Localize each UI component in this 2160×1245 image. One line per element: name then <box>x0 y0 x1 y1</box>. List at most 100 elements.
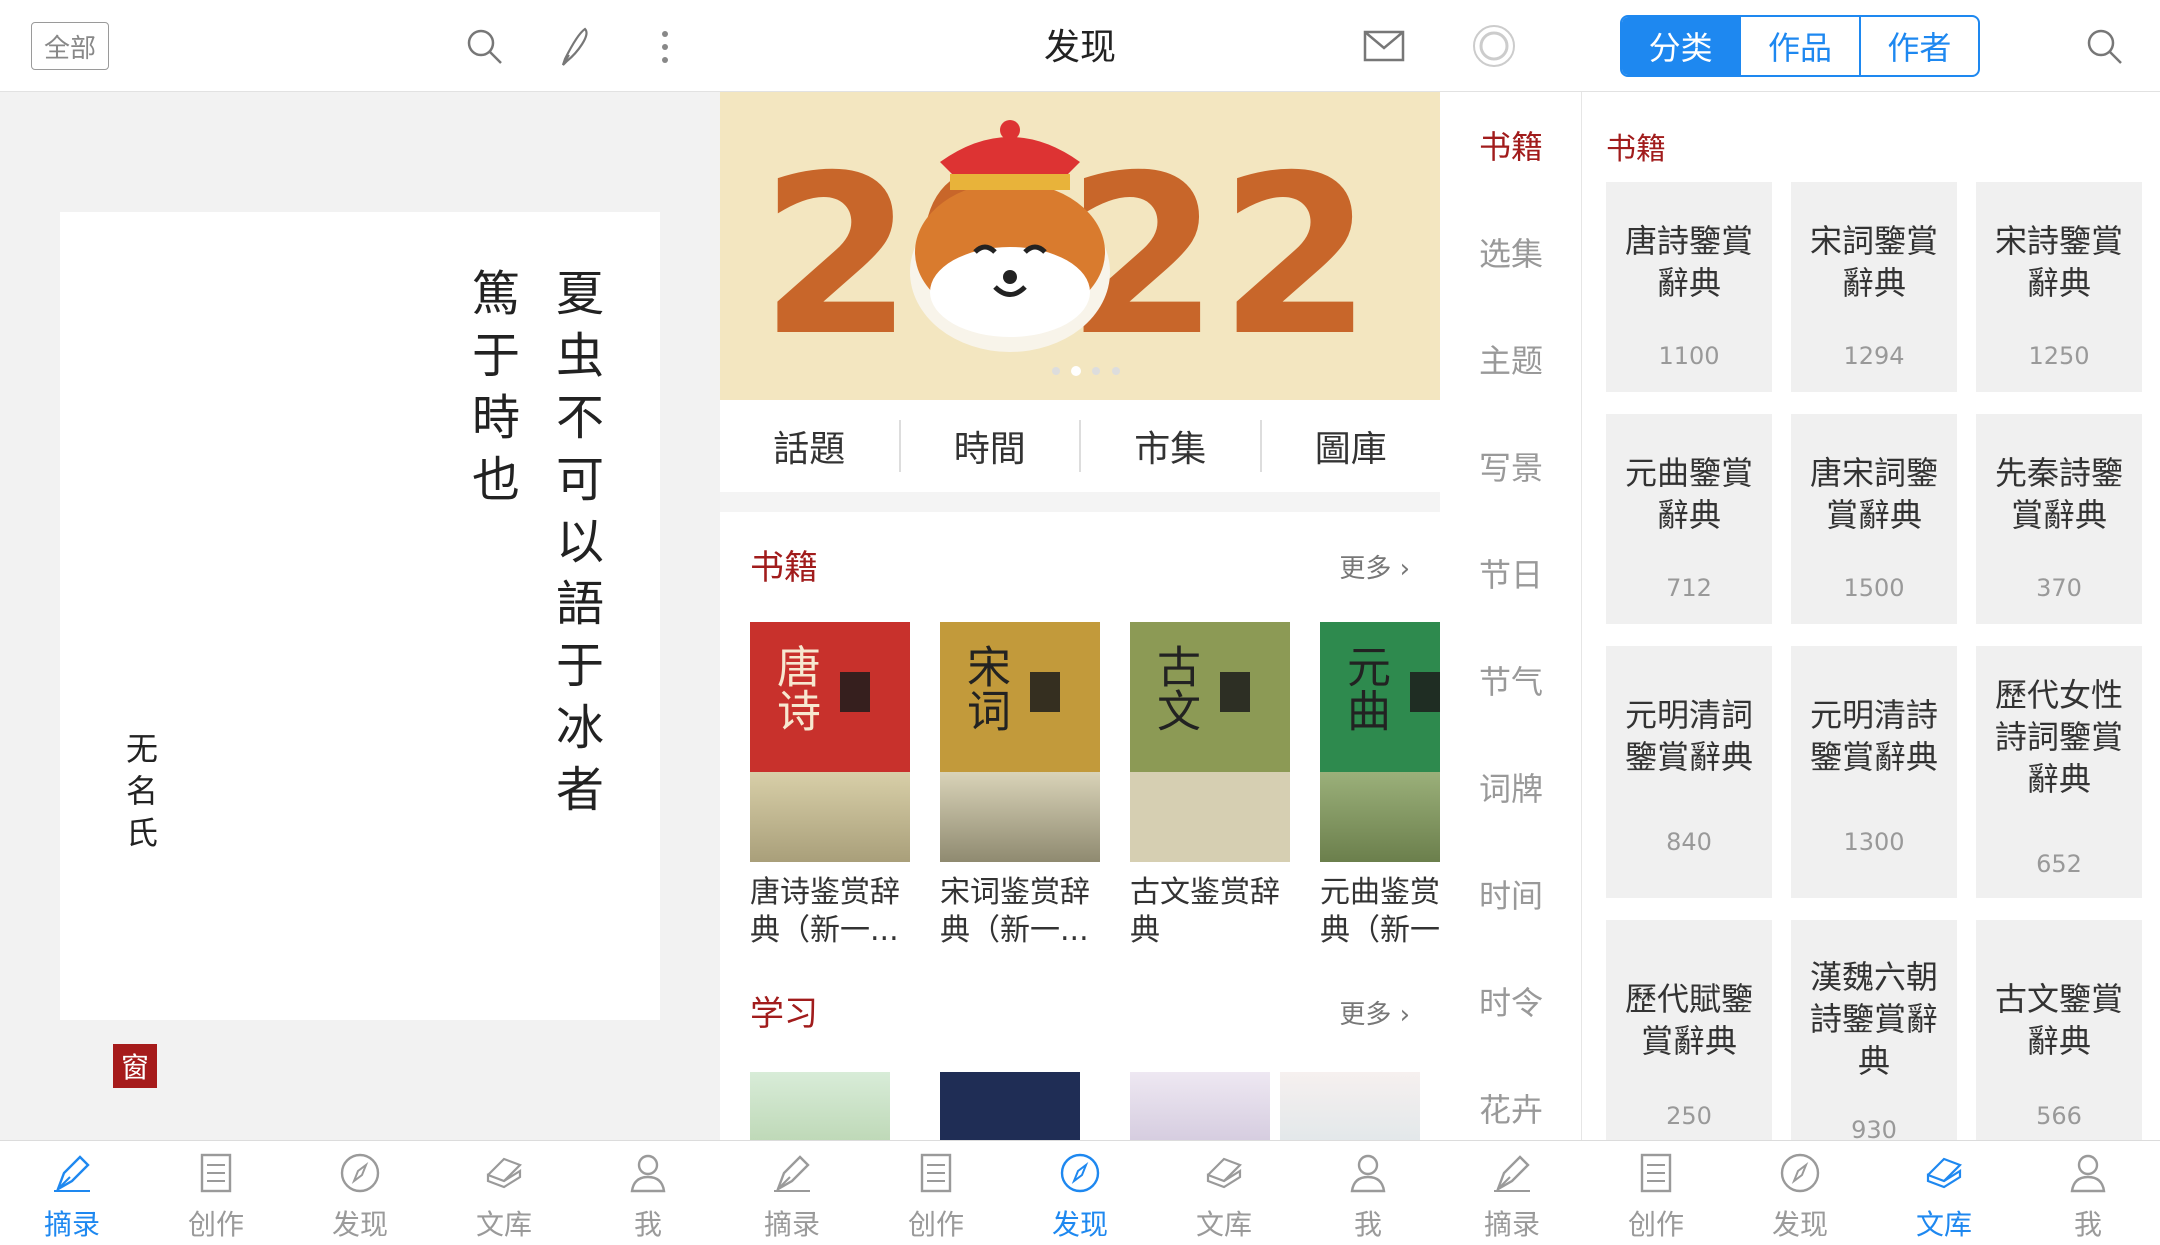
bottom-tab-discover[interactable]: 发现 <box>288 1141 432 1245</box>
bottom-tab-create[interactable]: 创作 <box>1584 1141 1728 1245</box>
banner[interactable]: 2022 <box>720 92 1440 400</box>
bottom-tab-create[interactable]: 创作 <box>864 1141 1008 1245</box>
book-tile-count: 1250 <box>2028 342 2090 370</box>
book-tile-count: 566 <box>2036 1102 2082 1130</box>
book-tile-name: 歷代女性詩詞鑒賞辭典 <box>1994 676 2123 798</box>
study-card[interactable] <box>940 1072 1080 1140</box>
book-tile[interactable]: 宋詩鑒賞辭典 1250 <box>1976 182 2142 392</box>
category-item[interactable]: 主题 <box>1440 336 1582 382</box>
tab-market[interactable]: 市集 <box>1081 420 1262 472</box>
category-item[interactable]: 花卉 <box>1440 1085 1582 1131</box>
books-section-title: 书籍 <box>750 548 818 588</box>
book-tile-name: 宋詞鑒賞辭典 <box>1809 222 1938 302</box>
bottom-tab-me[interactable]: 我 <box>1296 1141 1440 1245</box>
category-item[interactable]: 时令 <box>1440 978 1582 1024</box>
search-icon[interactable] <box>2082 24 2128 70</box>
book-tile-name: 唐宋詞鑒賞辭典 <box>1809 454 1938 534</box>
book-tile[interactable]: 漢魏六朝詩鑒賞辭典 930 <box>1791 920 1957 1144</box>
category-item[interactable]: 书籍 <box>1440 122 1582 168</box>
book-tile[interactable]: 宋詞鑒賞辭典 1294 <box>1791 182 1957 392</box>
book-tile-count: 840 <box>1666 828 1712 856</box>
book-tile[interactable]: 元明清詞鑒賞辭典 840 <box>1606 646 1772 898</box>
bottom-tab-library[interactable]: 文库 <box>1872 1141 2016 1245</box>
tab-gallery[interactable]: 圖庫 <box>1262 420 1441 472</box>
bottom-tab-label: 创作 <box>187 1208 244 1241</box>
bottom-tab-me[interactable]: 我 <box>2016 1141 2160 1245</box>
bottom-tab-library[interactable]: 文库 <box>1152 1141 1296 1245</box>
segment-category[interactable]: 分类 <box>1622 17 1740 75</box>
tab-topics[interactable]: 話題 <box>720 420 901 472</box>
book-tile-count: 712 <box>1666 574 1712 602</box>
quote-card[interactable]: 夏虫不可以語于冰者 篤于時也 无名氏 窗 <box>60 212 660 1088</box>
pen-icon[interactable] <box>552 24 598 70</box>
quote-author: 无名氏 <box>121 732 159 858</box>
bottom-tab-label: 我 <box>2073 1208 2102 1241</box>
bottom-tab-me[interactable]: 我 <box>576 1141 720 1245</box>
bottom-tab-label: 文库 <box>475 1208 532 1241</box>
book-tile[interactable]: 歷代女性詩詞鑒賞辭典 652 <box>1976 646 2142 898</box>
search-icon[interactable] <box>462 24 508 70</box>
book-card[interactable]: 古文 古文鉴赏辞典 <box>1130 622 1290 952</box>
bottom-tab-label: 创作 <box>907 1208 964 1241</box>
study-card[interactable] <box>1280 1072 1420 1140</box>
discover-tabs: 話題 時間 市集 圖庫 <box>720 400 1440 492</box>
category-item[interactable]: 节日 <box>1440 550 1582 596</box>
author-seal: 窗 <box>113 1044 157 1088</box>
book-tile-name: 歷代賦鑒賞辭典 <box>1624 980 1753 1060</box>
bottom-tab-label: 摘录 <box>43 1208 100 1241</box>
segment-authors[interactable]: 作者 <box>1858 17 1978 75</box>
book-tile[interactable]: 唐詩鑒賞辭典 1100 <box>1606 182 1772 392</box>
book-tile[interactable]: 元明清詩鑒賞辭典 1300 <box>1791 646 1957 898</box>
book-tile[interactable]: 歷代賦鑒賞辭典 250 <box>1606 920 1772 1140</box>
book-title: 古文鉴赏辞典 <box>1130 875 1280 948</box>
bottom-tab-library[interactable]: 文库 <box>432 1141 576 1245</box>
book-card[interactable]: 唐诗 唐诗鉴赏辞典（新一... <box>750 622 910 952</box>
study-card[interactable] <box>750 1072 890 1140</box>
book-tile-name: 唐詩鑒賞辭典 <box>1624 222 1753 302</box>
bottom-tab-excerpt[interactable]: 摘录 <box>1440 1141 1584 1245</box>
book-tile-name: 元明清詞鑒賞辭典 <box>1624 696 1753 776</box>
bottom-tab-discover[interactable]: 发现 <box>1008 1141 1152 1245</box>
bottom-tab-discover[interactable]: 发现 <box>1728 1141 1872 1245</box>
bottom-tab-excerpt[interactable]: 摘录 <box>720 1141 864 1245</box>
book-tile-count: 652 <box>2036 850 2082 878</box>
mail-icon[interactable] <box>1362 26 1406 66</box>
study-card[interactable] <box>1130 1072 1270 1140</box>
library-panel: 书籍 唐詩鑒賞辭典 1100 宋詞鑒賞辭典 1294 宋詩鑒賞辭典 1250 元… <box>1583 92 2160 1144</box>
category-item[interactable]: 选集 <box>1440 229 1582 275</box>
book-title: 元曲鉴赏辞典（新一 <box>1320 875 1440 948</box>
all-filter-button[interactable]: 全部 <box>31 22 109 70</box>
bottom-tab-label: 我 <box>1353 1208 1382 1241</box>
category-item[interactable]: 写景 <box>1440 443 1582 489</box>
book-card[interactable]: 元曲 元曲鉴赏辞典（新一 <box>1320 622 1440 952</box>
category-sidebar: 书籍 选集 主题 写景 节日 节气 词牌 时间 时令 花卉 <box>1440 92 1582 1140</box>
category-item[interactable]: 节气 <box>1440 657 1582 703</box>
book-tile[interactable]: 古文鑒賞辭典 566 <box>1976 920 2142 1140</box>
page-title: 发现 <box>1043 27 1116 68</box>
more-vertical-icon[interactable] <box>650 24 680 70</box>
bottom-tab-excerpt[interactable]: 摘录 <box>0 1141 144 1245</box>
books-more-link[interactable]: 更多 › <box>1339 548 1410 585</box>
book-tile[interactable]: 唐宋詞鑒賞辭典 1500 <box>1791 414 1957 624</box>
segment-works[interactable]: 作品 <box>1739 17 1858 75</box>
book-tile-name: 先秦詩鑒賞辭典 <box>1994 454 2123 534</box>
book-tile[interactable]: 先秦詩鑒賞辭典 370 <box>1976 414 2142 624</box>
tab-time[interactable]: 時間 <box>901 420 1081 472</box>
top-bar: 全部 发现 分类 作品 作者 <box>0 0 2160 92</box>
category-item[interactable]: 词牌 <box>1440 764 1582 810</box>
bottom-tab-label: 创作 <box>1627 1208 1684 1241</box>
bottom-tab-bar: 摘录 创作 发现 文库 我 摘录 创作 发现 文库 我 摘录 创作 发现 文库 我 <box>0 1140 2160 1244</box>
book-card[interactable]: 宋词 宋词鉴赏辞典（新一... <box>940 622 1100 952</box>
category-item[interactable]: 时间 <box>1440 871 1582 917</box>
bottom-tab-label: 文库 <box>1915 1208 1972 1241</box>
book-tile-name: 元明清詩鑒賞辭典 <box>1809 696 1938 776</box>
book-title: 唐诗鉴赏辞典（新一... <box>750 875 900 948</box>
bottom-tab-create[interactable]: 创作 <box>144 1141 288 1245</box>
books-section: 书籍 更多 › 唐诗 唐诗鉴赏辞典（新一... 宋词 宋词鉴赏辞典（新一... … <box>720 512 1440 982</box>
bottom-tab-label: 文库 <box>1195 1208 1252 1241</box>
book-tile-name: 元曲鑒賞辭典 <box>1624 454 1753 534</box>
study-more-link[interactable]: 更多 › <box>1339 994 1410 1031</box>
discover-panel: 2022 話題 時間 市集 圖庫 书籍 更多 › <box>720 92 1440 1140</box>
book-tile[interactable]: 元曲鑒賞辭典 712 <box>1606 414 1772 624</box>
book-tile-name: 漢魏六朝詩鑒賞辭典 <box>1809 958 1938 1080</box>
